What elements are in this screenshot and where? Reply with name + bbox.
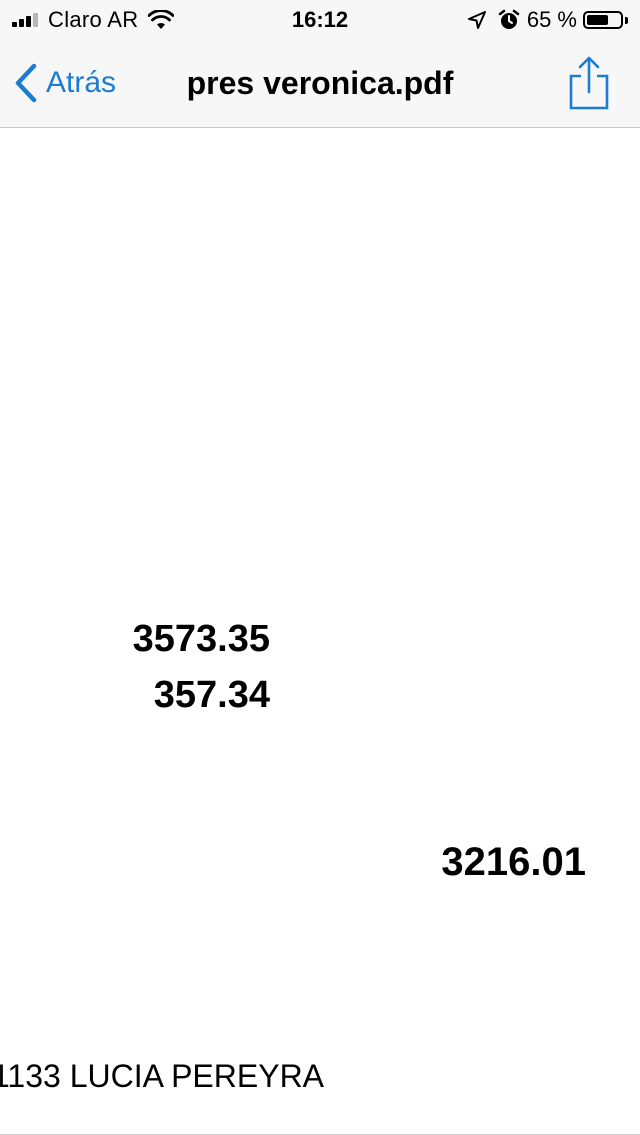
client-line: 1133 LUCIA PEREYRA — [0, 1058, 325, 1094]
back-button[interactable]: Atrás — [14, 60, 116, 106]
battery-cap — [625, 16, 628, 24]
battery-percent: 65 % — [526, 7, 577, 32]
battery-level — [587, 15, 608, 25]
alarm-icon — [498, 9, 520, 29]
navigation-bar: Atrás pres veronica.pdf — [0, 40, 640, 128]
battery-icon — [583, 11, 623, 29]
status-bar: Claro AR 16:12 65 % — [0, 0, 640, 40]
amount-subtotal: 3573.35 — [132, 618, 270, 660]
share-icon — [569, 56, 609, 110]
share-button[interactable] — [566, 56, 612, 110]
amount-discount: 357.34 — [153, 674, 270, 716]
amount-total: 3216.01 — [441, 840, 586, 884]
document-title: pres veronica.pdf — [186, 65, 454, 101]
chevron-left-icon — [15, 63, 37, 103]
location-arrow-icon — [467, 11, 486, 29]
back-label: Atrás — [46, 66, 117, 99]
screen: Claro AR 16:12 65 % Atrás pres veronica.… — [0, 0, 640, 1135]
pdf-page[interactable]: 3573.35 357.34 3216.01 1133 LUCIA PEREYR… — [0, 128, 640, 1135]
status-bar-right: 65 % — [467, 6, 628, 34]
